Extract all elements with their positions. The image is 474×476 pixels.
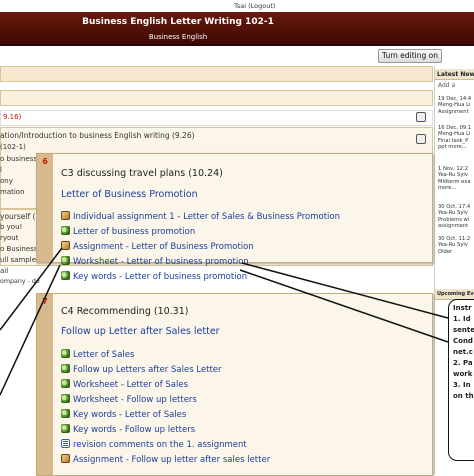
- callout-line-right-2: [239, 269, 449, 343]
- callout-lines: [0, 247, 449, 396]
- callout-line-left-1: [0, 247, 63, 331]
- instructions-callout: Instr 1. Id sente Cond net.c 2. Pa work …: [448, 299, 474, 461]
- callout-line-left-2: [0, 264, 61, 396]
- callout-line-right-1: [241, 262, 449, 319]
